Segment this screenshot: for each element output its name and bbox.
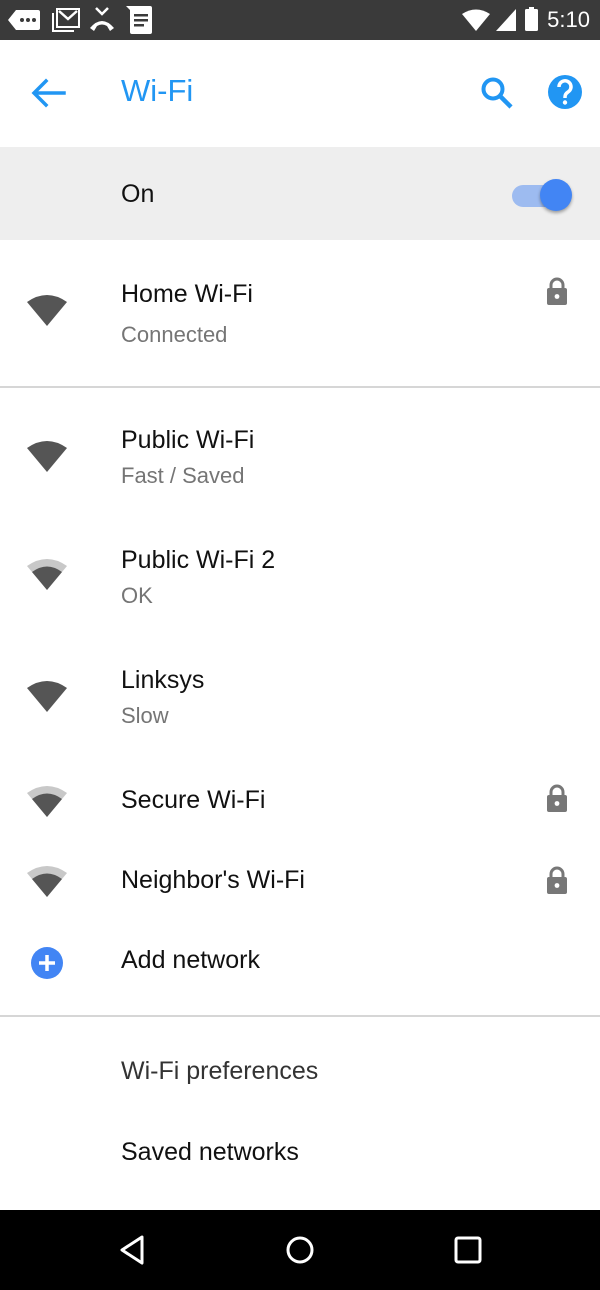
page-title: Wi-Fi [121,73,194,108]
gmail-icon [52,8,80,32]
network-status: Fast / Saved [121,463,245,488]
saved-networks-label: Saved networks [121,1138,299,1166]
help-icon[interactable] [547,74,583,110]
wifi-signal-3-bars-icon [27,786,67,817]
nav-home-icon[interactable] [280,1230,320,1270]
wifi-preferences-item[interactable]: Wi-Fi preferences [0,1035,600,1110]
status-time: 5:10 [547,7,590,32]
network-status: OK [121,583,153,608]
network-item[interactable]: Public Wi-Fi 2 OK [0,530,600,640]
lock-icon [547,277,567,305]
connected-network-item[interactable]: Home Wi-Fi Connected [0,240,600,387]
network-name: Linksys [121,666,205,694]
wifi-signal-3-bars-icon [27,559,67,590]
wifi-toggle-switch[interactable] [512,179,576,211]
wifi-signal-full-icon [27,441,67,472]
add-circle-icon [31,947,63,979]
lock-icon [547,784,567,812]
battery-icon [525,7,538,31]
arrow-back-icon[interactable] [30,78,66,108]
divider [0,1015,600,1017]
network-item[interactable]: Linksys Slow [0,650,600,760]
message-icon [126,6,152,34]
network-item[interactable]: Public Wi-Fi Fast / Saved [0,410,600,520]
cell-signal-icon [496,9,516,31]
more-notifications-icon [8,10,40,30]
wifi-toggle-row[interactable]: On [0,147,600,240]
wifi-toggle-label: On [121,180,155,208]
network-name: Home Wi-Fi [121,280,253,308]
network-name: Public Wi-Fi 2 [121,546,276,574]
network-name: Secure Wi-Fi [121,786,266,814]
network-status: Connected [121,322,228,347]
saved-networks-item[interactable]: Saved networks [0,1115,600,1195]
status-bar: 5:10 [0,0,600,40]
navigation-bar [0,1210,600,1290]
add-network-label: Add network [121,946,260,974]
network-name: Neighbor's Wi-Fi [121,866,305,894]
lock-icon [547,866,567,894]
nav-back-icon[interactable] [114,1230,154,1270]
wifi-signal-full-icon [27,681,67,712]
divider [0,386,600,388]
network-status: Slow [121,703,169,728]
wifi-preferences-label: Wi-Fi preferences [121,1057,319,1085]
app-bar: Wi-Fi [0,40,600,147]
network-item[interactable]: Secure Wi-Fi [0,770,600,840]
search-icon[interactable] [480,76,514,110]
network-item[interactable]: Neighbor's Wi-Fi [0,850,600,920]
switch-thumb [540,179,572,211]
missed-call-icon [90,7,114,31]
nav-recents-icon[interactable] [448,1230,488,1270]
add-network-item[interactable]: Add network [0,930,600,1000]
wifi-signal-3-bars-icon [27,866,67,897]
wifi-signal-icon [462,9,490,31]
wifi-signal-full-icon [27,295,67,326]
network-name: Public Wi-Fi [121,426,255,454]
